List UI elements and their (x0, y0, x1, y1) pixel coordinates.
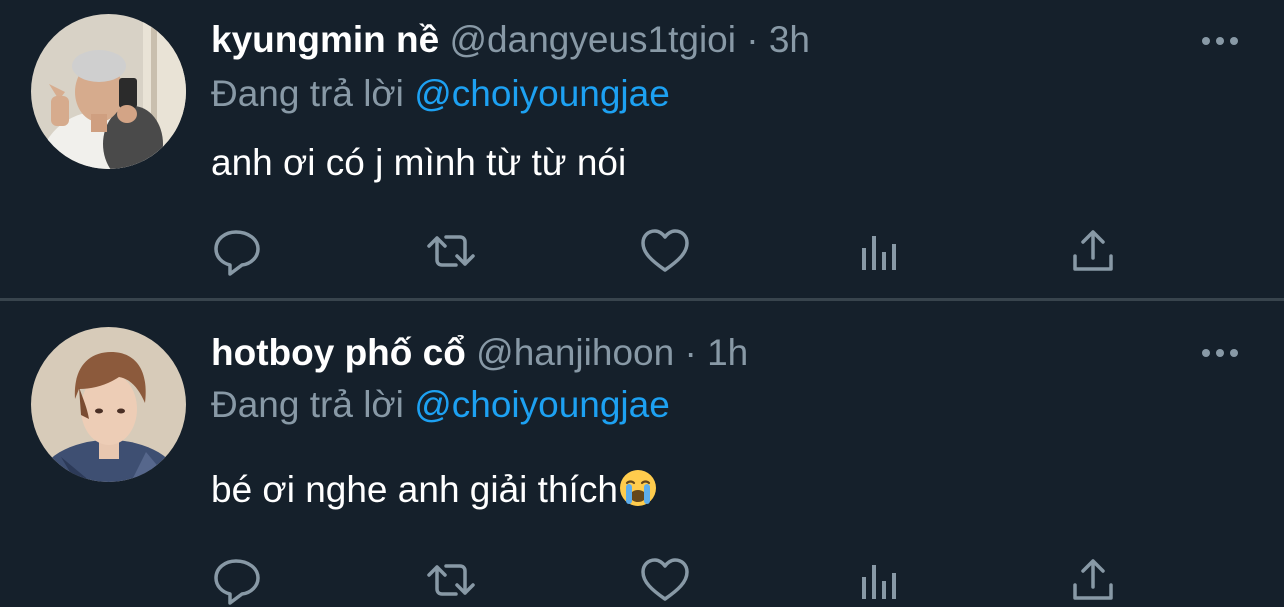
tweet-header: kyungmin nề @dangyeus1tgioi · 3h (211, 16, 810, 64)
replying-to: Đang trả lời @choiyoungjae (211, 381, 670, 429)
tweet-actions (0, 224, 1284, 278)
avatar[interactable] (31, 327, 186, 482)
like-icon[interactable] (638, 224, 692, 278)
user-handle[interactable]: @hanjihoon (476, 332, 674, 373)
reply-timeline: kyungmin nề @dangyeus1tgioi · 3h Đang tr… (0, 0, 1284, 607)
tweet-actions (0, 553, 1284, 607)
loudly-crying-face-emoji (618, 468, 658, 508)
share-icon[interactable] (1066, 224, 1120, 278)
timestamp[interactable]: 1h (707, 332, 748, 373)
tweet[interactable]: hotboy phố cổ @hanjihoon · 1h Đang trả l… (0, 301, 1284, 607)
replying-to-label: Đang trả lời (211, 73, 404, 114)
analytics-icon[interactable] (852, 553, 906, 607)
retweet-icon[interactable] (424, 224, 478, 278)
mention-link[interactable]: @choiyoungjae (414, 73, 670, 114)
avatar[interactable] (31, 14, 186, 169)
like-icon[interactable] (638, 553, 692, 607)
tweet-header: hotboy phố cổ @hanjihoon · 1h (211, 329, 748, 377)
separator-dot: · (746, 19, 759, 60)
display-name[interactable]: hotboy phố cổ (211, 332, 466, 373)
separator-dot: · (684, 332, 697, 373)
tweet-text: bé ơi nghe anh giải thích (211, 469, 618, 510)
tweet[interactable]: kyungmin nề @dangyeus1tgioi · 3h Đang tr… (0, 0, 1284, 299)
more-icon[interactable] (1196, 338, 1244, 368)
display-name[interactable]: kyungmin nề (211, 19, 439, 60)
retweet-icon[interactable] (424, 553, 478, 607)
analytics-icon[interactable] (852, 224, 906, 278)
replying-to-label: Đang trả lời (211, 384, 404, 425)
more-icon[interactable] (1196, 26, 1244, 56)
tweet-text: anh ơi có j mình từ từ nói (211, 142, 627, 183)
tweet-text-line: bé ơi nghe anh giải thích (211, 465, 658, 515)
user-handle[interactable]: @dangyeus1tgioi (449, 19, 735, 60)
replying-to: Đang trả lời @choiyoungjae (211, 70, 670, 118)
share-icon[interactable] (1066, 553, 1120, 607)
reply-icon[interactable] (210, 553, 264, 607)
timestamp[interactable]: 3h (769, 19, 810, 60)
reply-icon[interactable] (210, 224, 264, 278)
mention-link[interactable]: @choiyoungjae (414, 384, 670, 425)
